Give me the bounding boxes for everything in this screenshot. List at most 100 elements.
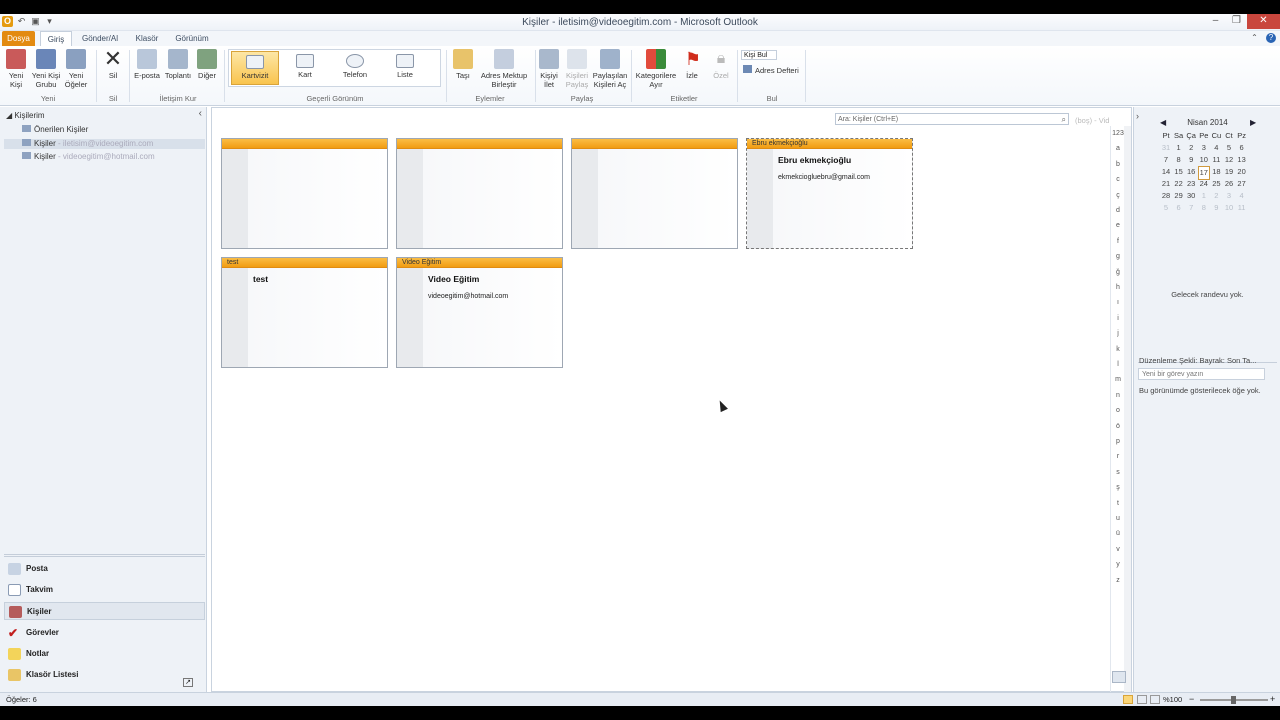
alphabet-letter[interactable]: ö	[1111, 423, 1125, 430]
new-contact-group-button[interactable]: Yeni Kişi Grubu	[31, 49, 61, 89]
alphabet-letter[interactable]: c	[1111, 176, 1125, 183]
calendar-day[interactable]: 28	[1160, 190, 1172, 202]
alphabet-letter[interactable]: o	[1111, 407, 1125, 414]
calendar-day[interactable]: 2	[1210, 190, 1222, 202]
collapse-nav-icon[interactable]: ‹	[199, 108, 202, 119]
nav-contacts[interactable]: Kişiler	[4, 602, 205, 620]
calendar-day[interactable]: 7	[1185, 202, 1197, 214]
address-book-button[interactable]: Adres Defteri	[743, 65, 803, 75]
calendar-day[interactable]: 8	[1198, 202, 1210, 214]
new-contact-button[interactable]: Yeni Kişi	[5, 49, 27, 89]
nav-mail[interactable]: Posta	[4, 560, 205, 578]
vertical-scrollbar[interactable]	[1124, 126, 1131, 692]
nav-splitter[interactable]	[4, 554, 205, 557]
search-icon[interactable]: ⌕	[1062, 114, 1066, 125]
alphabet-letter[interactable]: u	[1111, 515, 1125, 522]
calendar-day[interactable]: 31	[1160, 142, 1172, 154]
alphabet-letter[interactable]: z	[1111, 577, 1125, 584]
alphabet-letter[interactable]: 123	[1111, 130, 1125, 137]
alphabet-letter[interactable]: m	[1111, 376, 1125, 383]
contact-card[interactable]: Video Eğitim Video Eğitim videoegitim@hotm…	[396, 257, 563, 368]
calendar-day[interactable]: 7	[1160, 154, 1172, 166]
alphabet-letter[interactable]: s	[1111, 469, 1125, 476]
tree-suggested-contacts[interactable]: Önerilen Kişiler	[22, 125, 88, 135]
more-button[interactable]: Diğer	[196, 49, 218, 80]
search-scope[interactable]: (boş) - Vid	[1075, 116, 1109, 125]
minimize-ribbon-icon[interactable]: ⌃	[1251, 33, 1258, 42]
calendar-day[interactable]: 8	[1173, 154, 1185, 166]
alphabet-letter[interactable]: ç	[1111, 192, 1125, 199]
view-card[interactable]: Kart	[281, 51, 329, 85]
calendar-day[interactable]: 16	[1185, 166, 1197, 178]
alphabet-letter[interactable]: ü	[1111, 530, 1125, 537]
calendar-day[interactable]: 10	[1223, 202, 1235, 214]
tab-send-receive[interactable]: Gönder/Al	[78, 31, 122, 46]
alphabet-letter[interactable]: n	[1111, 392, 1125, 399]
calendar-day[interactable]: 24	[1198, 178, 1210, 190]
calendar-day[interactable]: 1	[1173, 142, 1185, 154]
calendar-day[interactable]: 11	[1210, 154, 1222, 166]
calendar-day[interactable]: 3	[1198, 142, 1210, 154]
alphabet-letter[interactable]: k	[1111, 346, 1125, 353]
help-icon[interactable]: ?	[1266, 33, 1276, 43]
reading-view-icon[interactable]	[1137, 695, 1147, 704]
calendar-day[interactable]: 25	[1210, 178, 1222, 190]
task-arrange-by[interactable]: Düzenleme Şekli: Bayrak: Son Ta...	[1139, 356, 1271, 365]
forward-contact-button[interactable]: Kişiyi İlet	[538, 49, 560, 89]
alphabet-letter[interactable]: d	[1111, 207, 1125, 214]
configure-buttons-icon[interactable]: ↗	[183, 678, 193, 687]
calendar-day[interactable]: 19	[1223, 166, 1235, 178]
alphabet-letter[interactable]: t	[1111, 500, 1125, 507]
calendar-day[interactable]: 6	[1236, 142, 1248, 154]
alphabet-letter[interactable]: p	[1111, 438, 1125, 445]
new-items-button[interactable]: Yeni Öğeler	[63, 49, 89, 89]
calendar-day[interactable]: 18	[1210, 166, 1222, 178]
calendar-day[interactable]: 14	[1160, 166, 1172, 178]
calendar-day[interactable]: 5	[1160, 202, 1172, 214]
open-shared-contacts-button[interactable]: Paylaşılan Kişileri Aç	[592, 49, 628, 89]
contact-card[interactable]: test test	[221, 257, 388, 368]
nav-calendar[interactable]: Takvim	[4, 581, 205, 599]
close-button[interactable]: ✕	[1247, 14, 1280, 29]
alphabet-letter[interactable]: e	[1111, 222, 1125, 229]
calendar-day[interactable]: 5	[1223, 142, 1235, 154]
search-input[interactable]: Ara: Kişiler (Ctrl+E) ⌕	[835, 113, 1069, 125]
alphabet-letter[interactable]: a	[1111, 145, 1125, 152]
contact-card[interactable]	[396, 138, 563, 249]
calendar-day[interactable]: 4	[1236, 190, 1248, 202]
add-contact-picture-icon[interactable]	[1112, 671, 1126, 683]
alphabet-letter[interactable]: r	[1111, 453, 1125, 460]
calendar-day[interactable]: 26	[1223, 178, 1235, 190]
calendar-day[interactable]: 30	[1185, 190, 1197, 202]
alphabet-letter[interactable]: y	[1111, 561, 1125, 568]
calendar-day[interactable]: 4	[1210, 142, 1222, 154]
alphabet-letter[interactable]: h	[1111, 284, 1125, 291]
mail-merge-button[interactable]: Adres Mektup Birleştir	[478, 49, 530, 89]
alphabet-letter[interactable]: b	[1111, 161, 1125, 168]
calendar-day[interactable]: 9	[1185, 154, 1197, 166]
calendar-day[interactable]: 13	[1236, 154, 1248, 166]
alphabet-letter[interactable]: ı	[1111, 299, 1125, 306]
calendar-day[interactable]: 2	[1185, 142, 1197, 154]
calendar-day[interactable]: 6	[1173, 202, 1185, 214]
calendar-day[interactable]: 10	[1198, 154, 1210, 166]
view-business-card[interactable]: Kartvizit	[231, 51, 279, 85]
alphabet-letter[interactable]: i	[1111, 315, 1125, 322]
calendar-day[interactable]: 27	[1236, 178, 1248, 190]
zoom-slider-thumb[interactable]	[1231, 696, 1236, 704]
contact-card[interactable]	[571, 138, 738, 249]
calendar-day[interactable]: 20	[1236, 166, 1248, 178]
tab-file[interactable]: Dosya	[2, 31, 35, 46]
tree-my-contacts[interactable]: ◢ Kişilerim	[6, 111, 45, 121]
nav-folder-list[interactable]: Klasör Listesi	[4, 666, 205, 684]
nav-tasks[interactable]: ✔ Görevler	[4, 624, 205, 642]
find-contact-box[interactable]: Kişi Bul	[741, 50, 777, 60]
nav-notes[interactable]: Notlar	[4, 645, 205, 663]
minimize-button[interactable]: –	[1205, 14, 1226, 29]
calendar-day[interactable]: 9	[1210, 202, 1222, 214]
alphabet-letter[interactable]: ş	[1111, 484, 1125, 491]
calendar-day[interactable]: 15	[1173, 166, 1185, 178]
alphabet-letter[interactable]: f	[1111, 238, 1125, 245]
new-task-input[interactable]: Yeni bir görev yazın	[1138, 368, 1265, 380]
alphabet-letter[interactable]: g	[1111, 253, 1125, 260]
